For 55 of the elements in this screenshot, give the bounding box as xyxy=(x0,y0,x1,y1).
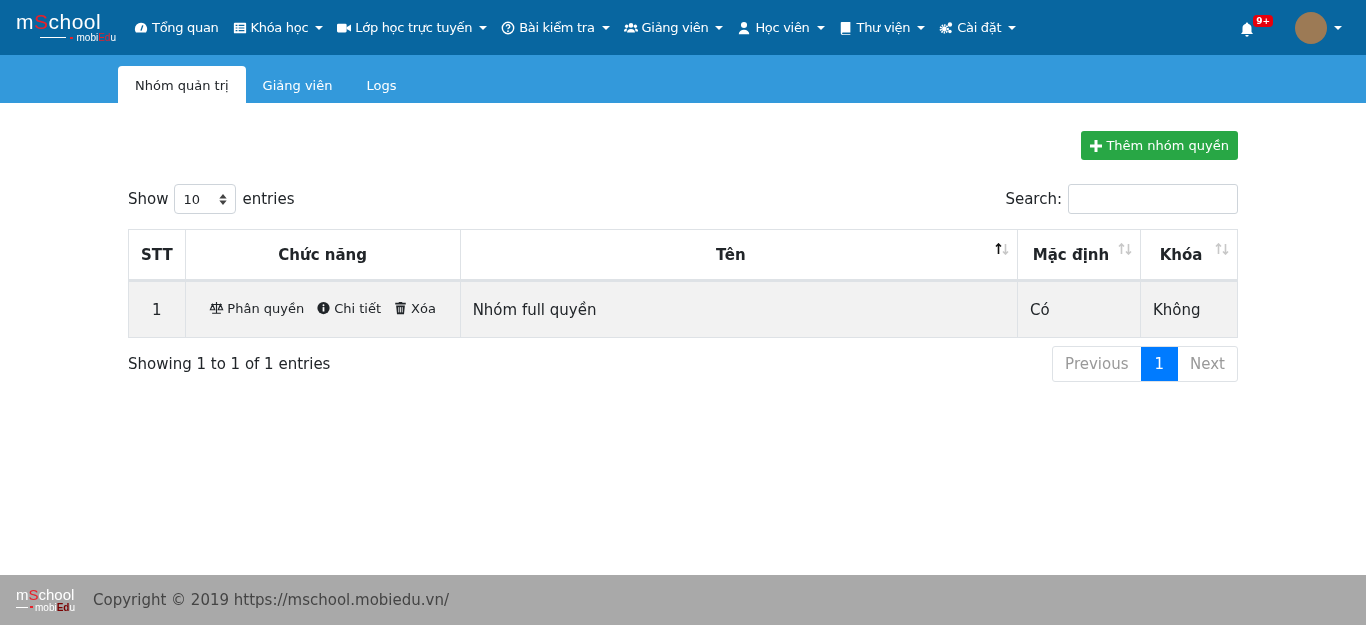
copyright-text: Copyright © 2019 https://mschool.mobiedu.vn/ xyxy=(93,591,449,609)
footer-logo-tagline: mobiEdu xyxy=(16,601,76,613)
nav-menu-item[interactable]: Giảng viên xyxy=(623,20,724,35)
nav-menu-item[interactable]: Tổng quan xyxy=(134,20,219,35)
tab[interactable]: Nhóm quản trị xyxy=(118,66,246,103)
logo[interactable]: mSchool mobiEdu xyxy=(16,12,126,43)
table-cell: Có xyxy=(1017,280,1141,338)
trash-icon xyxy=(393,301,409,316)
plus-icon xyxy=(1090,139,1103,152)
sort-caret-icon xyxy=(219,193,228,205)
action-link[interactable]: Xóa xyxy=(393,300,436,316)
caret-icon xyxy=(917,25,926,30)
user-icon xyxy=(737,20,752,35)
show-label: Show xyxy=(128,190,169,208)
caret-icon xyxy=(601,25,610,30)
nav-menu-item[interactable]: Lớp học trực tuyến xyxy=(337,20,488,35)
user-menu-button[interactable] xyxy=(1295,11,1342,44)
question-icon xyxy=(501,20,516,35)
entries-label: entries xyxy=(242,190,295,208)
avatar-placeholder xyxy=(1295,11,1327,44)
nav-menu-item[interactable]: Học viên xyxy=(737,20,825,35)
info-icon xyxy=(316,301,332,316)
action-link[interactable]: Chi tiết xyxy=(316,300,382,316)
tab[interactable]: Logs xyxy=(349,66,414,103)
notification-badge: 9+ xyxy=(1253,14,1273,27)
nav-menu-item[interactable]: Cài đặt xyxy=(939,20,1017,35)
footer-logo-name: mSchool xyxy=(16,587,76,602)
add-group-button[interactable]: Thêm nhóm quyền xyxy=(1081,131,1238,160)
bell-icon xyxy=(1239,20,1256,38)
nav-menu-item[interactable]: Thư viện xyxy=(838,20,926,35)
caret-icon xyxy=(315,25,324,30)
tab[interactable]: Giảng viên xyxy=(245,66,350,103)
logo-tagline: mobiEdu xyxy=(16,32,126,43)
gauge-icon xyxy=(134,20,148,35)
table-cell: Nhóm full quyền xyxy=(460,280,1018,338)
caret-icon xyxy=(1008,25,1017,30)
list-icon xyxy=(232,20,247,35)
book-icon xyxy=(838,20,853,35)
table-cell: 1 xyxy=(128,280,186,338)
scale-icon xyxy=(209,301,225,316)
entries-select[interactable]: 10 xyxy=(174,184,237,214)
entries-info: Showing 1 to 1 of 1 entries xyxy=(128,355,331,373)
caret-icon xyxy=(1334,25,1342,30)
caret-icon xyxy=(479,25,488,30)
users-icon xyxy=(623,20,638,35)
caret-icon xyxy=(715,25,724,30)
nav-menu-item[interactable]: Bài kiểm tra xyxy=(501,20,610,35)
caret-icon xyxy=(816,25,825,30)
action-link[interactable]: Phân quyền xyxy=(209,300,305,316)
nav-menu-item[interactable]: Khóa học xyxy=(232,20,324,35)
search-field[interactable] xyxy=(1068,184,1238,214)
logo-name: mSchool xyxy=(16,12,103,32)
table-cell: Không xyxy=(1140,280,1238,338)
search-label: Search: xyxy=(1005,190,1062,208)
pagination-link[interactable]: 1 xyxy=(1140,347,1179,381)
